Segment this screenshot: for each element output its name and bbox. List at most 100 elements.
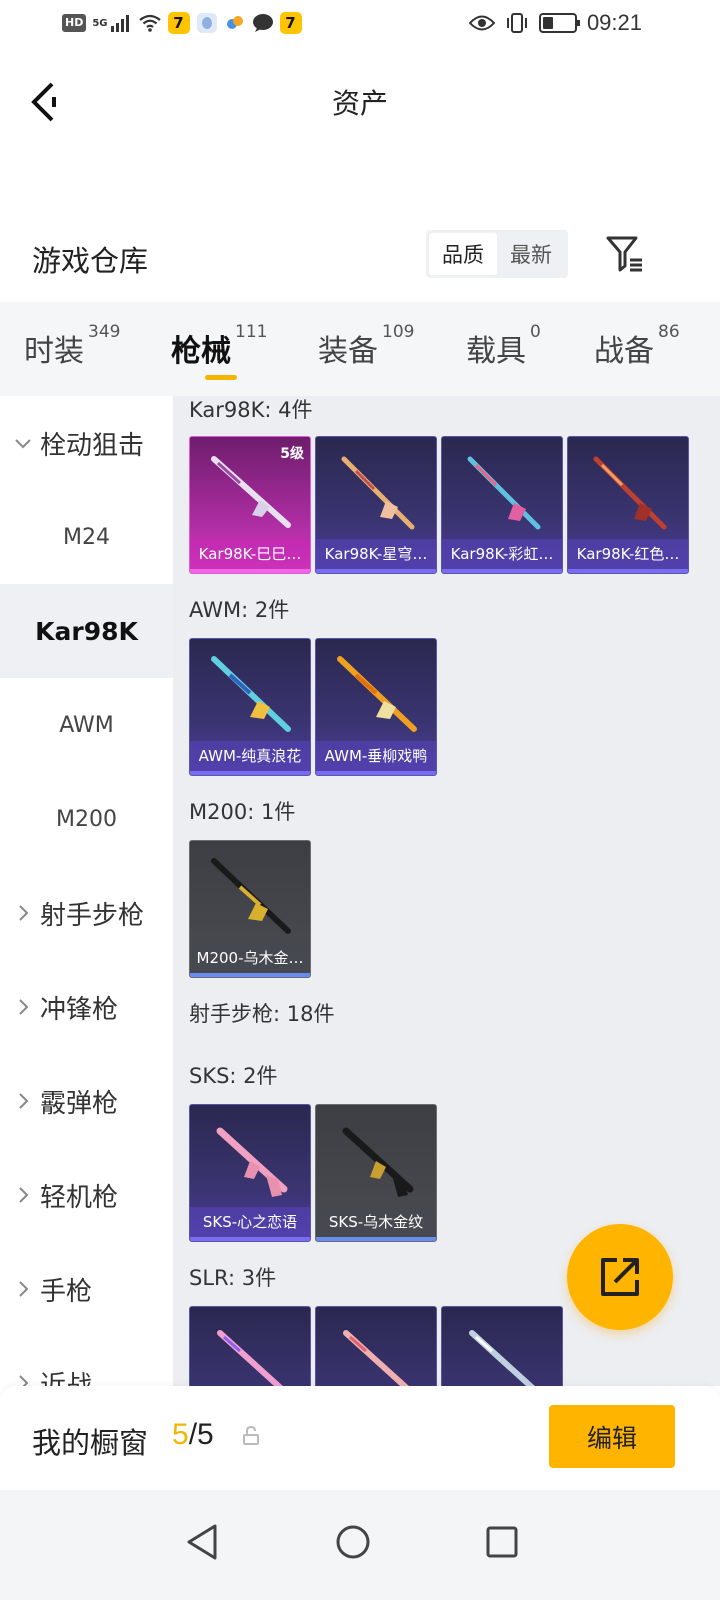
chevron-right-icon — [19, 1281, 29, 1297]
weapon-name: SKS-心之恋语 — [190, 1207, 310, 1237]
section-title-awm: AWM: 2件 — [189, 598, 290, 622]
triangle-back-icon — [187, 1524, 217, 1560]
tab-count: 109 — [382, 322, 415, 342]
sidebar-item-melee[interactable]: 近战 — [0, 1336, 173, 1386]
system-navigation-bar — [0, 1490, 720, 1600]
weapon-name: Kar98K-彩虹… — [442, 539, 562, 569]
tab-label: 载具 — [466, 334, 526, 369]
wifi-icon — [138, 13, 162, 33]
weapon-card[interactable]: SKS-乌木金纹 — [315, 1104, 437, 1242]
section-title-kar98k: Kar98K: 4件 — [189, 398, 313, 422]
sort-option-newest[interactable]: 最新 — [497, 233, 565, 275]
sidebar-item-m24[interactable]: M24 — [0, 490, 173, 584]
qq-icon — [196, 13, 218, 33]
sidebar-item-lmg[interactable]: 轻机枪 — [0, 1148, 173, 1242]
sidebar-item-label: 轻机枪 — [40, 1182, 119, 1213]
card-rarity-bar — [190, 771, 310, 775]
chevron-down-icon — [15, 439, 31, 449]
card-rarity-bar — [190, 973, 310, 977]
tab-count: 111 — [235, 322, 268, 342]
weapon-card[interactable]: AWM-垂柳戏鸭 — [315, 638, 437, 776]
sidebar-item-awm[interactable]: AWM — [0, 678, 173, 772]
sidebar-item-kar98k[interactable]: Kar98K — [0, 584, 173, 678]
nav-recents-button[interactable] — [472, 1512, 532, 1572]
weapon-card[interactable]: Kar98K-彩虹… — [441, 436, 563, 574]
category-tabs: 时装349 枪械111 装备109 载具0 战备86 — [0, 302, 720, 396]
card-rarity-bar — [316, 1237, 436, 1241]
sidebar-item-marksman-rifle[interactable]: 射手步枪 — [0, 866, 173, 960]
weapon-card[interactable]: AWM-纯真浪花 — [189, 638, 311, 776]
tab-battle-gear[interactable]: 战备86 — [594, 322, 680, 370]
lock-icon — [243, 1426, 259, 1445]
status-icons-right: 09:21 — [468, 10, 642, 36]
sidebar-item-smg[interactable]: 冲锋枪 — [0, 960, 173, 1054]
rifle-image — [216, 1127, 288, 1197]
weapon-name: SKS-乌木金纹 — [316, 1207, 436, 1237]
edit-button[interactable]: 编辑 — [549, 1405, 675, 1468]
tab-count: 0 — [530, 322, 541, 342]
rifle-image — [211, 858, 291, 934]
sort-option-quality[interactable]: 品质 — [429, 233, 497, 275]
tab-count: 86 — [658, 322, 680, 342]
browser-icon — [224, 13, 246, 33]
rifle-image — [593, 456, 667, 530]
showcase-current: 5 — [172, 1418, 189, 1451]
showcase-total: 5 — [197, 1418, 214, 1451]
weapon-name: M200-乌木金… — [190, 943, 310, 973]
tab-equipment[interactable]: 装备109 — [318, 322, 414, 370]
eye-comfort-icon — [468, 13, 495, 33]
warehouse-bar: 游戏仓库 品质 最新 — [0, 222, 720, 302]
network-type: 5G — [92, 17, 108, 29]
circle-home-icon — [336, 1525, 370, 1559]
sidebar-item-label: 冲锋枪 — [40, 994, 119, 1025]
share-button[interactable] — [567, 1224, 673, 1330]
rifle-image — [469, 1330, 535, 1386]
section-title-m200: M200: 1件 — [189, 800, 296, 824]
nav-back-button[interactable] — [172, 1512, 232, 1572]
card-rarity-bar — [316, 771, 436, 775]
weapon-card[interactable]: SKS-心之恋语 — [189, 1104, 311, 1242]
weapon-card[interactable]: Kar98K-红色… — [567, 436, 689, 574]
sidebar-item-shotgun[interactable]: 霰弹枪 — [0, 1054, 173, 1148]
weapon-name: AWM-垂柳戏鸭 — [316, 741, 436, 771]
weapon-card[interactable]: M200-乌木金… — [189, 840, 311, 978]
vibrate-icon — [505, 13, 529, 33]
weapon-card[interactable]: 5级 Kar98K-巳巳… — [189, 436, 311, 574]
sidebar-item-label: 手枪 — [40, 1276, 93, 1307]
weapon-card[interactable] — [189, 1306, 311, 1386]
sidebar-item-pistol[interactable]: 手枪 — [0, 1242, 173, 1336]
section-title-slr: SLR: 3件 — [189, 1266, 277, 1290]
section-title-marksman-rifle: 射手步枪: 18件 — [189, 1002, 335, 1026]
status-bar: HD 5G 7 7 09:21 — [0, 0, 720, 48]
tab-vehicles[interactable]: 载具0 — [466, 322, 541, 370]
tab-fashion[interactable]: 时装349 — [24, 322, 120, 370]
weapon-card[interactable] — [441, 1306, 563, 1386]
filter-icon — [606, 236, 642, 272]
filter-button[interactable] — [604, 230, 648, 278]
hd-icon: HD — [62, 14, 87, 32]
nav-home-button[interactable] — [323, 1512, 383, 1572]
tab-label: 时装 — [24, 334, 84, 369]
tab-active-indicator — [205, 375, 237, 380]
rifle-image — [217, 1330, 283, 1386]
tab-guns[interactable]: 枪械111 — [171, 322, 267, 370]
chevron-right-icon — [19, 1375, 29, 1386]
sidebar-item-label: Kar98K — [35, 616, 138, 646]
weapon-card[interactable]: Kar98K-星穹… — [315, 436, 437, 574]
tab-label: 装备 — [318, 334, 378, 369]
chevron-right-icon — [19, 1093, 29, 1109]
weapon-card[interactable] — [315, 1306, 437, 1386]
sidebar-item-label: 霰弹枪 — [40, 1088, 119, 1119]
card-rarity-bar — [190, 1237, 310, 1241]
header: 资产 — [0, 60, 720, 150]
level-badge: 5级 — [280, 446, 304, 462]
app-notification-icon: 7 — [167, 12, 190, 34]
chevron-right-icon — [19, 1187, 29, 1203]
message-icon — [252, 13, 274, 33]
sort-toggle: 品质 最新 — [426, 230, 568, 278]
rifle-image — [467, 456, 541, 530]
sidebar-item-m200[interactable]: M200 — [0, 772, 173, 866]
sidebar-item-bolt-action-sniper[interactable]: 栓动狙击 — [0, 396, 173, 490]
signal-icon: 5G — [92, 13, 131, 33]
share-icon — [601, 1258, 639, 1296]
